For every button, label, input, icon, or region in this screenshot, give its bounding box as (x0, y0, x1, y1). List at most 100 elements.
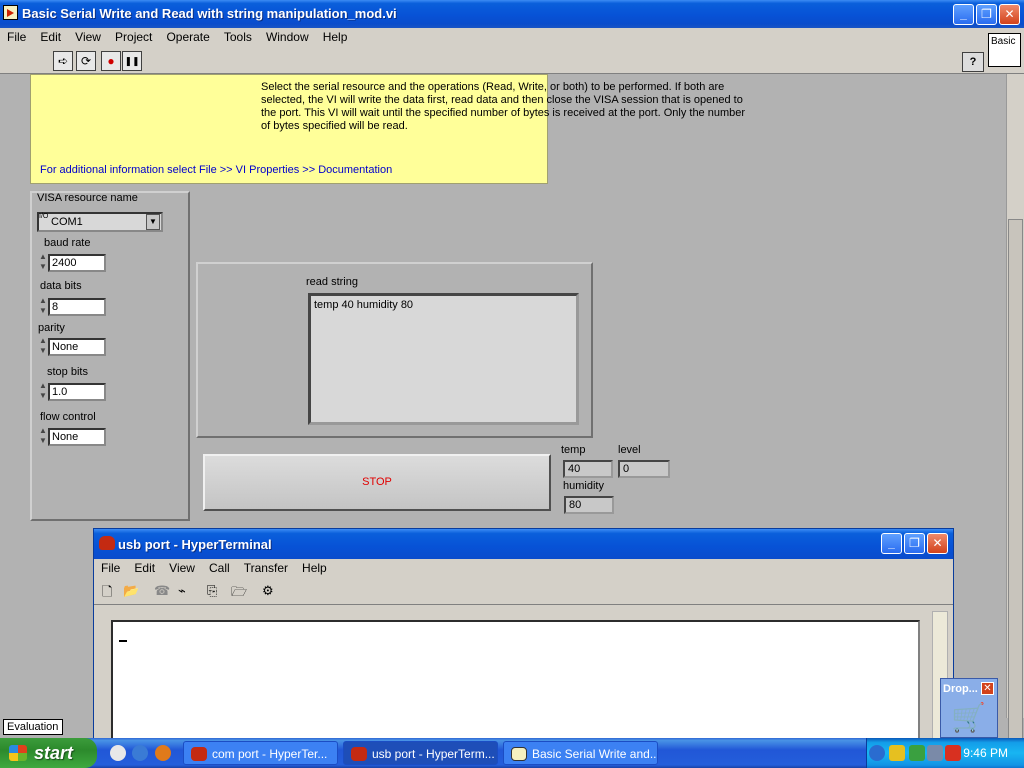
data-bits-field[interactable]: 8 (48, 298, 106, 316)
ht-menu-file[interactable]: File (97, 559, 124, 577)
read-string-indicator: temp 40 humidity 80 (308, 293, 579, 425)
parity-spinner-icon[interactable]: ▲ ▼ (38, 336, 48, 358)
front-panel-scrollbar[interactable] (1006, 74, 1024, 759)
flow-control-field[interactable]: None (48, 428, 106, 446)
menu-edit[interactable]: Edit (36, 28, 65, 46)
send-file-icon[interactable]: ⎘ (207, 583, 217, 599)
ht-menu-call[interactable]: Call (205, 559, 234, 577)
close-button[interactable]: ✕ (999, 4, 1020, 25)
dropbox-widget[interactable]: Drop... ✕ 🛒 (940, 678, 998, 738)
labview-vi-icon (511, 747, 527, 761)
temp-label: temp (561, 444, 586, 456)
baud-rate-label: baud rate (44, 237, 91, 249)
ht-close-button[interactable]: ✕ (927, 533, 948, 554)
ht-maximize-button[interactable]: ❐ (904, 533, 925, 554)
vi-icon-label: Basic (991, 36, 1016, 47)
menu-help[interactable]: Help (319, 28, 352, 46)
tray-shield-icon[interactable] (889, 745, 905, 761)
disconnect-icon[interactable]: ⌁ (178, 583, 186, 599)
level-indicator: 0 (618, 460, 670, 478)
start-button[interactable]: start (0, 738, 97, 768)
call-icon[interactable]: ☎ (154, 583, 170, 599)
open-folder-icon[interactable]: 📂 (123, 583, 139, 599)
window-titlebar[interactable]: Basic Serial Write and Read with string … (0, 0, 1024, 28)
documentation-note: Select the serial resource and the opera… (30, 74, 745, 184)
task-label: com port - HyperTer... (212, 747, 328, 761)
baud-rate-field[interactable]: 2400 (48, 254, 106, 272)
chevron-down-icon[interactable]: ▼ (146, 214, 160, 230)
dropbox-close-icon[interactable]: ✕ (981, 682, 994, 695)
parity-field[interactable]: None (48, 338, 106, 356)
stop-button[interactable]: STOP (203, 454, 551, 511)
ht-menu-view[interactable]: View (165, 559, 199, 577)
ht-menu-help[interactable]: Help (298, 559, 331, 577)
visa-resource-value: COM1 (51, 216, 83, 228)
properties-icon[interactable]: ⚙ (262, 583, 274, 599)
stop-bits-spinner-icon[interactable]: ▲ ▼ (38, 381, 48, 403)
tray-network-icon[interactable] (909, 745, 925, 761)
terminal-cursor (119, 640, 127, 642)
taskbar: start com port - HyperTer... usb port - … (0, 738, 1024, 768)
task-usb-port-hyperterminal[interactable]: usb port - HyperTerm... (343, 741, 498, 765)
hyperterminal-phone-icon (191, 747, 207, 761)
tray-antivirus-icon[interactable] (945, 745, 961, 761)
parity-label: parity (38, 322, 65, 334)
vi-connector-icon: Basic (988, 33, 1021, 67)
menu-view[interactable]: View (71, 28, 105, 46)
hyperterminal-titlebar[interactable]: usb port - HyperTerminal _ ❐ ✕ (94, 529, 953, 559)
task-com-port-hyperterminal[interactable]: com port - HyperTer... (183, 741, 338, 765)
receive-file-icon[interactable]: 🗁 (231, 583, 247, 605)
new-file-icon[interactable]: 🗋 (102, 583, 112, 605)
read-string-label: read string (306, 276, 358, 288)
terminal-screen[interactable] (111, 620, 920, 742)
hyperterminal-phone-icon (351, 747, 367, 761)
humidity-indicator: 80 (564, 496, 614, 514)
system-tray: 9:46 PM (866, 738, 1024, 768)
level-label: level (618, 444, 641, 456)
ht-menu-transfer[interactable]: Transfer (240, 559, 292, 577)
hyperterminal-window[interactable]: usb port - HyperTerminal _ ❐ ✕ File Edit… (93, 528, 954, 742)
start-label: start (34, 743, 74, 763)
tray-computer-icon[interactable] (927, 745, 943, 761)
hyperterminal-toolbar: 🗋 📂 ☎ ⌁ ⎘ 🗁 ⚙ (94, 579, 953, 605)
dropbox-label: Drop... (943, 683, 978, 695)
ht-menu-edit[interactable]: Edit (130, 559, 159, 577)
labview-vi-icon (3, 5, 18, 20)
menu-file[interactable]: File (3, 28, 30, 46)
humidity-label: humidity (563, 480, 604, 492)
quicklaunch-firefox-icon[interactable] (155, 745, 171, 761)
visa-resource-label: VISA resource name (37, 192, 138, 204)
stop-bits-field[interactable]: 1.0 (48, 383, 106, 401)
task-label: Basic Serial Write and... (532, 747, 658, 761)
menu-operate[interactable]: Operate (162, 28, 213, 46)
ht-minimize-button[interactable]: _ (881, 533, 902, 554)
shopping-cart-icon: 🛒 (951, 702, 986, 733)
data-bits-spinner-icon[interactable]: ▲ ▼ (38, 296, 48, 318)
io-icon: I/O (39, 213, 49, 220)
restore-button[interactable]: ❐ (976, 4, 997, 25)
task-basic-serial-vi[interactable]: Basic Serial Write and... (503, 741, 658, 765)
hyperterminal-menu-bar: File Edit View Call Transfer Help (94, 559, 953, 579)
hyperterminal-title: usb port - HyperTerminal (118, 537, 272, 552)
tray-expand-icon[interactable] (869, 745, 885, 761)
menu-project[interactable]: Project (111, 28, 156, 46)
visa-resource-control[interactable]: I/O COM1 ▼ (37, 212, 163, 232)
flow-control-spinner-icon[interactable]: ▲ ▼ (38, 426, 48, 448)
note-info-link: For additional information select File >… (40, 164, 393, 176)
scrollbar-thumb[interactable] (1008, 219, 1023, 759)
run-continuously-icon[interactable]: ⟳ (76, 51, 96, 71)
task-label: usb port - HyperTerm... (372, 747, 495, 761)
minimize-button[interactable]: _ (953, 4, 974, 25)
quicklaunch-ie-icon[interactable] (132, 745, 148, 761)
context-help-icon[interactable]: ? (962, 52, 984, 72)
run-arrow-icon[interactable]: ➪ (53, 51, 73, 71)
menu-window[interactable]: Window (262, 28, 313, 46)
window-title: Basic Serial Write and Read with string … (22, 6, 397, 21)
menu-tools[interactable]: Tools (220, 28, 256, 46)
temp-indicator: 40 (563, 460, 613, 478)
abort-execution-icon[interactable]: ● (101, 51, 121, 71)
quicklaunch-search-icon[interactable] (110, 745, 126, 761)
baud-rate-spinner-icon[interactable]: ▲ ▼ (38, 252, 48, 274)
pause-icon[interactable]: ❚❚ (122, 51, 142, 71)
stop-bits-label: stop bits (47, 366, 88, 378)
